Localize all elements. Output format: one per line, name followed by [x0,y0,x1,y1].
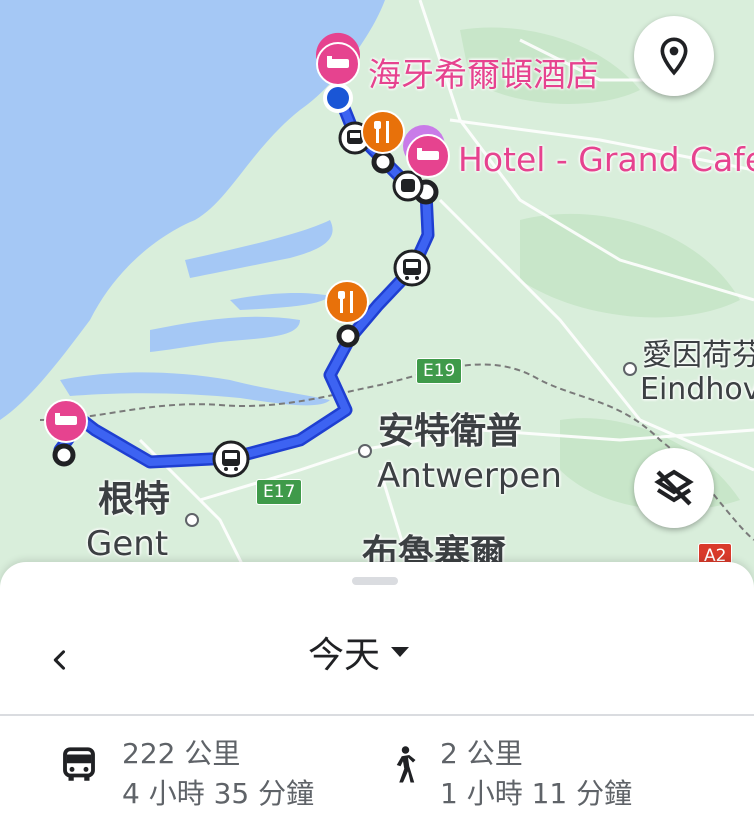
walking-duration: 1 小時 11 分鐘 [440,777,633,810]
bus-icon[interactable] [393,249,431,287]
bus-icon[interactable] [392,170,424,202]
city-label-gent-latin: Gent [86,524,169,564]
road-shield-e19: E19 [416,358,463,384]
hotel-icon[interactable] [44,399,88,443]
date-selector-label: 今天 [308,635,381,676]
layers-off-icon [654,469,694,506]
map-view[interactable]: 海牙希爾頓酒店 Hotel - Grand Cafe 安特衛普 Antwerpe… [0,0,754,601]
restaurant-icon[interactable] [325,280,369,324]
road-shield-e17: E17 [256,479,303,505]
city-label-eindhoven-latin: Eindhov [640,372,754,407]
chevron-left-icon [53,650,66,670]
walking-distance: 2 公里 [440,737,523,770]
hotel-icon[interactable] [316,32,360,86]
restaurant-icon[interactable] [361,110,405,154]
city-label-antwerp-cjk: 安特衛普 [378,411,523,452]
city-label-gent-cjk: 根特 [98,479,171,520]
location-pin-button[interactable] [634,16,714,96]
divider [0,714,754,716]
walking-summary[interactable]: 2 公里 1 小時 11 分鐘 [388,734,632,814]
walking-icon [396,746,416,783]
hotel-label-hilton[interactable]: 海牙希爾頓酒店 [368,48,599,96]
location-pin-icon [660,37,688,76]
transit-summary[interactable]: 222 公里 4 小時 35 分鐘 [58,734,314,814]
bus-icon [63,747,95,781]
back-button[interactable] [38,638,82,682]
caret-down-icon [391,647,410,657]
date-selector[interactable]: 今天 [308,626,410,678]
directions-bottom-sheet[interactable]: 今天 222 公里 4 小時 35 分鐘 2 公里 1 小時 11 分鐘 [0,562,754,820]
start-location-dot [327,87,349,109]
bus-icon[interactable] [212,440,250,478]
sheet-drag-handle[interactable] [352,577,398,585]
layers-off-button[interactable] [634,448,714,528]
city-label-antwerp-latin: Antwerpen [377,456,562,496]
transit-distance: 222 公里 [122,737,241,770]
transit-duration: 4 小時 35 分鐘 [122,777,315,810]
city-label-eindhoven-cjk: 愛因荷芬 [642,338,754,373]
hotel-label-grand-cafe[interactable]: Hotel - Grand Cafe [458,140,754,179]
